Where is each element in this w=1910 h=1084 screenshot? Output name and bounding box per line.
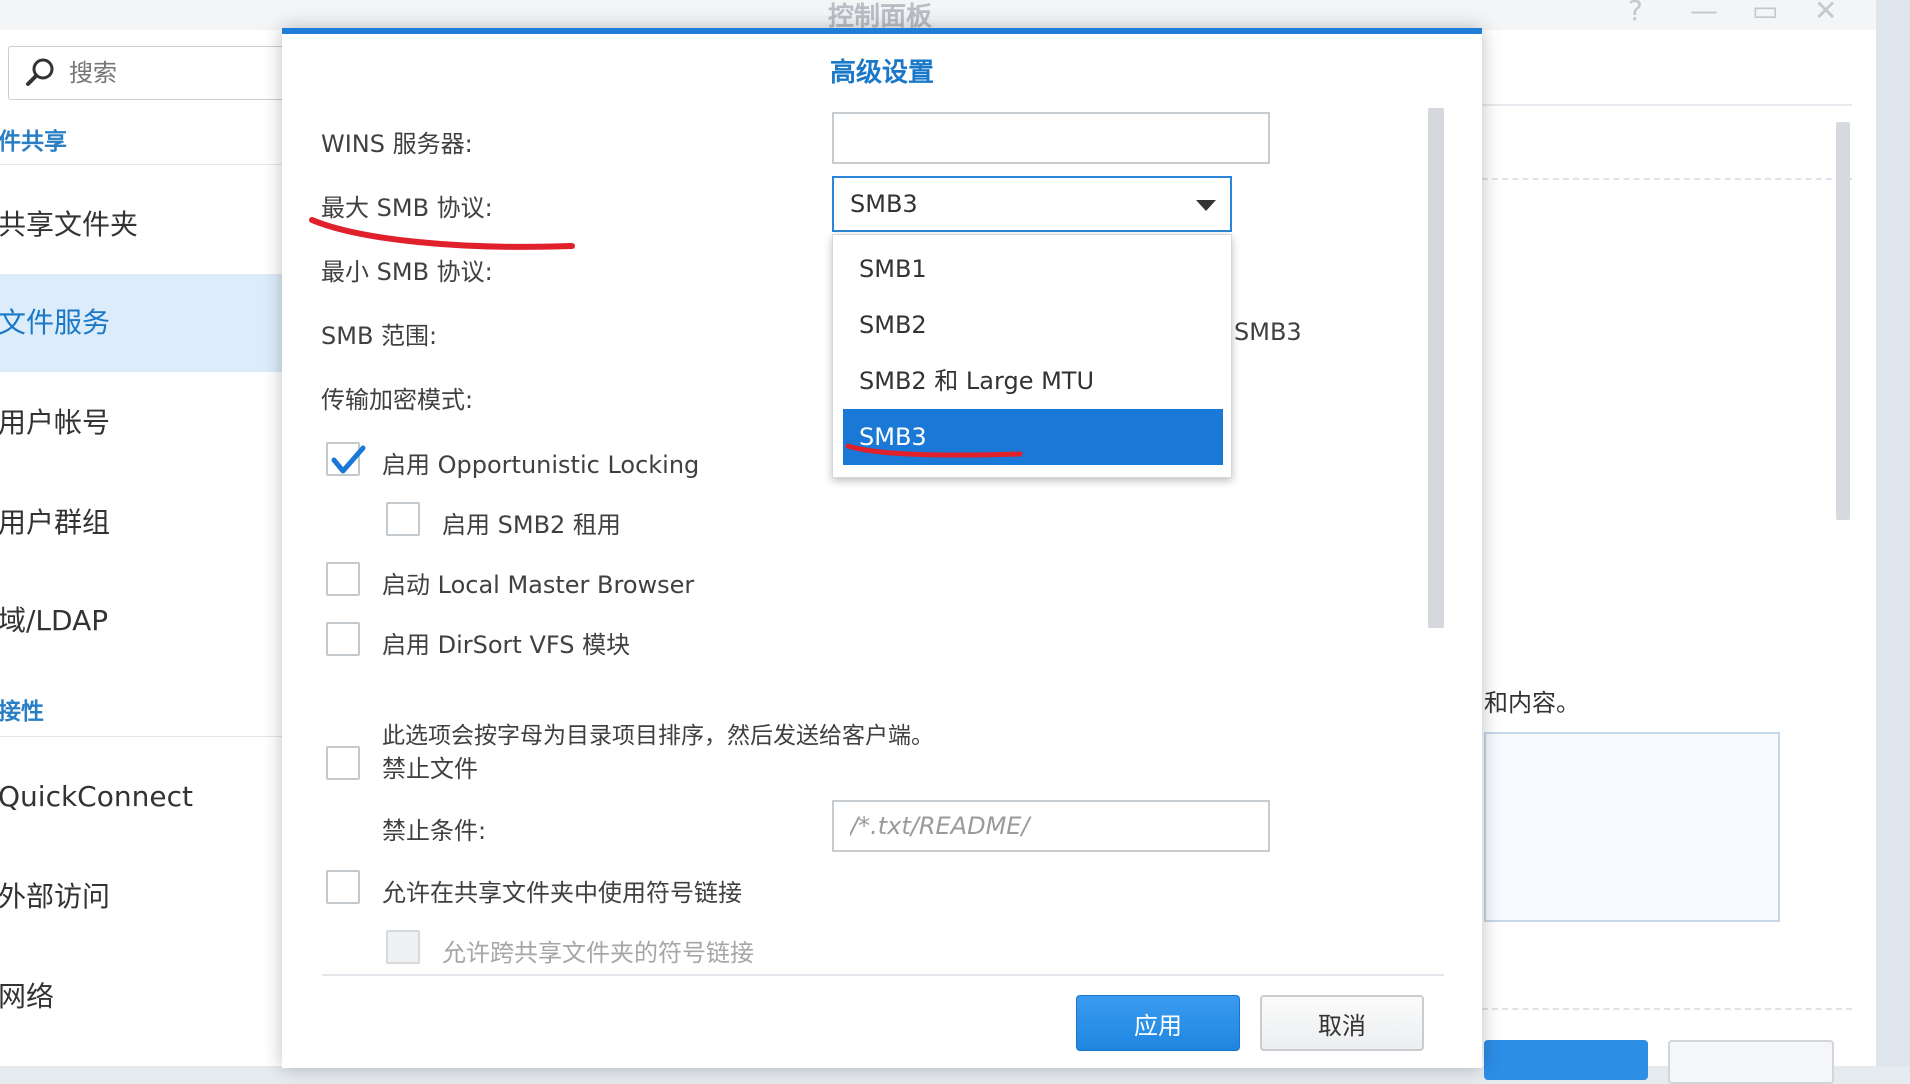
dialog-footer-divider: [322, 974, 1444, 976]
opportunistic-locking-checkbox[interactable]: [326, 442, 366, 476]
section-connectivity: 接性: [0, 699, 44, 725]
sidebar-item-label: 网络: [0, 980, 55, 1013]
sidebar-item-label: 外部访问: [0, 880, 111, 913]
veto-condition-input[interactable]: [832, 800, 1270, 852]
dropdown-option-smb2-large-mtu[interactable]: SMB2 和 Large MTU: [843, 353, 1223, 409]
dialog-title: 高级设置: [829, 58, 934, 88]
encryption-mode-label: 传输加密模式:: [321, 386, 474, 414]
max-smb-selected-value: SMB3: [850, 190, 918, 218]
sidebar-item-user-groups[interactable]: 用户群组: [0, 474, 282, 572]
sidebar-item-label: 共享文件夹: [0, 208, 139, 241]
content-textarea[interactable]: [1484, 732, 1780, 922]
dropdown-option-smb1[interactable]: SMB1: [843, 241, 1223, 297]
cross-share-symlink-checkbox: [386, 930, 420, 964]
wins-server-label: WINS 服务器:: [321, 130, 473, 158]
content-partial-text: 和内容。: [1484, 689, 1580, 717]
sidebar-item-user-accounts[interactable]: 用户帐号: [0, 374, 282, 472]
smb-protocol-dropdown: SMB1 SMB2 SMB2 和 Large MTU SMB3: [832, 234, 1232, 478]
veto-condition-label: 禁止条件:: [382, 817, 487, 845]
local-master-browser-checkbox[interactable]: [326, 562, 360, 596]
section-divider: [0, 164, 282, 165]
smb-range-label: SMB 范围:: [321, 322, 438, 350]
section-file-sharing: 件共享: [0, 129, 67, 155]
help-icon[interactable]: ?: [1628, 0, 1643, 27]
sidebar-item-file-services[interactable]: 文件服务: [0, 274, 282, 372]
dropdown-option-smb3[interactable]: SMB3: [843, 409, 1223, 465]
sidebar-item-label: 域/LDAP: [0, 604, 109, 637]
veto-files-checkbox[interactable]: [326, 746, 360, 780]
advanced-settings-dialog: 高级设置 WINS 服务器: 最大 SMB 协议: SMB3 最小 SMB 协议…: [282, 28, 1482, 1068]
search-icon: [26, 58, 54, 86]
desktop-edge: [1876, 0, 1910, 1066]
search-box[interactable]: [8, 46, 310, 100]
cross-share-symlink-label: 允许跨共享文件夹的符号链接: [442, 939, 754, 967]
content-divider: [1482, 178, 1852, 180]
apply-button[interactable]: 应用: [1076, 995, 1240, 1051]
maximize-icon[interactable]: ▭: [1752, 0, 1778, 27]
symlink-checkbox[interactable]: [326, 870, 360, 904]
sidebar-item-external-access[interactable]: 外部访问: [0, 848, 282, 946]
opportunistic-locking-label: 启用 Opportunistic Locking: [382, 451, 700, 479]
veto-files-label: 禁止文件: [382, 755, 478, 783]
content-scrollbar[interactable]: [1836, 122, 1850, 520]
sidebar-item-label: 用户群组: [0, 506, 111, 539]
dropdown-option-smb2[interactable]: SMB2: [843, 297, 1223, 353]
close-icon[interactable]: ✕: [1814, 0, 1837, 27]
minimize-icon[interactable]: —: [1690, 0, 1718, 27]
max-smb-select[interactable]: SMB3: [832, 176, 1232, 232]
max-smb-label: 最大 SMB 协议:: [321, 194, 493, 222]
dialog-scrollbar[interactable]: [1428, 108, 1444, 628]
local-master-browser-label: 启动 Local Master Browser: [382, 571, 695, 599]
sidebar-item-label: 用户帐号: [0, 406, 111, 439]
content-divider: [1482, 104, 1852, 106]
wins-server-input[interactable]: [832, 112, 1270, 164]
sidebar-item-quickconnect[interactable]: QuickConnect: [0, 748, 282, 846]
section-divider: [0, 736, 282, 737]
checkmark-icon: [331, 445, 366, 474]
smb2-lease-checkbox[interactable]: [386, 502, 420, 536]
content-divider: [1482, 1008, 1852, 1010]
search-input[interactable]: [67, 55, 291, 91]
dirsort-vfs-checkbox[interactable]: [326, 622, 360, 656]
sidebar-item-network[interactable]: 网络: [0, 948, 282, 1046]
sidebar-item-domain-ldap[interactable]: 域/LDAP: [0, 572, 282, 670]
sidebar-item-label: 文件服务: [0, 306, 111, 339]
cancel-button[interactable]: 取消: [1260, 995, 1424, 1051]
background-apply-button[interactable]: [1484, 1040, 1648, 1080]
sidebar: 件共享 共享文件夹 文件服务 用户帐号 用户群组 域/LDAP 接性 Quick…: [0, 30, 310, 1066]
sidebar-item-label: QuickConnect: [0, 780, 193, 813]
dirsort-vfs-label: 启用 DirSort VFS 模块: [382, 631, 631, 659]
smb-range-max-value: SMB3: [1234, 318, 1302, 346]
symlink-label: 允许在共享文件夹中使用符号链接: [382, 879, 742, 907]
sidebar-item-shared-folder[interactable]: 共享文件夹: [0, 176, 282, 274]
dirsort-description: 此选项会按字母为目录项目排序，然后发送给客户端。: [382, 723, 934, 749]
window-titlebar: 控制面板 ? — ▭ ✕: [0, 0, 1876, 32]
caret-down-icon: [1196, 200, 1216, 211]
smb2-lease-label: 启用 SMB2 租用: [442, 511, 621, 539]
min-smb-label: 最小 SMB 协议:: [321, 258, 493, 286]
background-reset-button[interactable]: [1668, 1040, 1834, 1084]
